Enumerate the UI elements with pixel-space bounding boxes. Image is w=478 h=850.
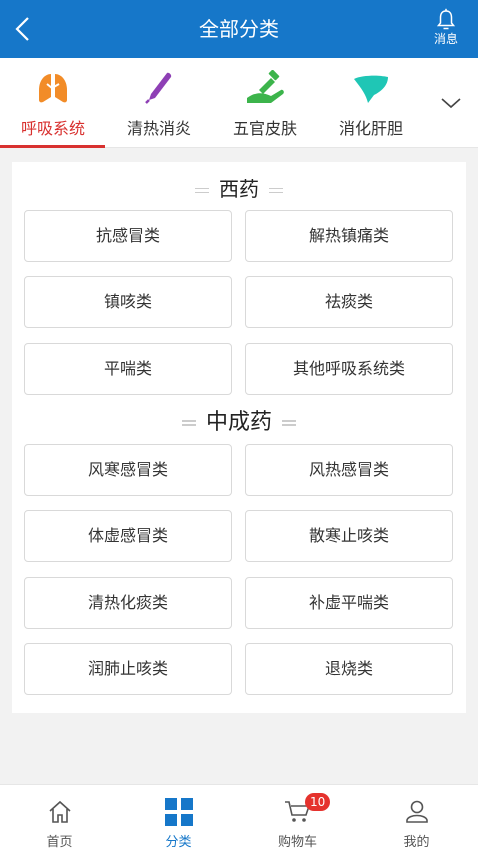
message-button[interactable]: 消息 [426, 8, 466, 52]
subcategory-item[interactable]: 风寒感冒类 [24, 444, 232, 496]
nav-home-label: 首页 [46, 835, 73, 850]
top-bar: 全部分类 消息 [0, 0, 478, 58]
tab-digestive-label: 消化肝胆 [338, 119, 403, 138]
subcategory-item[interactable]: 润肺止咳类 [24, 643, 232, 695]
subcategory-item[interactable]: 体虚感冒类 [24, 510, 232, 562]
message-label: 消息 [433, 32, 458, 46]
category-grid-icon [164, 797, 194, 827]
nav-profile[interactable]: 我的 [357, 785, 476, 850]
cart-count-badge: 10 [305, 793, 331, 811]
subcategory-item[interactable]: 祛痰类 [245, 276, 453, 328]
tab-heat-clearing-label: 清热消炎 [126, 119, 191, 138]
subcategory-item[interactable]: 镇咳类 [24, 276, 232, 328]
nav-category-label: 分类 [165, 835, 192, 850]
tab-respiratory-label: 呼吸系统 [20, 119, 85, 138]
header-decoration [282, 419, 296, 427]
tab-ent-skin[interactable]: 五官皮肤 [212, 58, 318, 148]
nav-category[interactable]: 分类 [119, 785, 238, 850]
bell-icon [437, 8, 455, 30]
subcategory-item[interactable]: 抗感冒类 [24, 210, 232, 262]
page-title: 全部分类 [199, 17, 279, 41]
subcategory-item[interactable]: 清热化痰类 [24, 577, 232, 629]
bottom-nav: 首页 分类 10 购物车 我的 [0, 784, 478, 850]
nav-home[interactable]: 首页 [0, 785, 119, 850]
header-decoration [181, 419, 196, 427]
tab-heat-clearing[interactable]: 清热消炎 [106, 58, 212, 148]
section-title-western: 西药 [219, 177, 259, 201]
subcategory-item[interactable]: 散寒止咳类 [245, 510, 453, 562]
subcategory-item[interactable]: 其他呼吸系统类 [245, 343, 453, 395]
subcategory-item[interactable]: 退烧类 [245, 643, 453, 695]
header-decoration [195, 187, 209, 195]
active-tab-underline [0, 145, 105, 148]
home-icon [45, 797, 75, 827]
subcategory-item[interactable]: 风热感冒类 [245, 444, 453, 496]
tab-respiratory[interactable]: 呼吸系统 [0, 58, 106, 148]
lungs-icon [33, 68, 73, 108]
thermometer-icon [139, 68, 179, 108]
liver-icon [351, 68, 391, 108]
hand-care-icon [245, 68, 285, 108]
section-title-chinese: 中成药 [205, 410, 272, 435]
header-decoration [269, 187, 283, 195]
nav-cart[interactable]: 10 购物车 [238, 785, 357, 850]
user-icon [402, 797, 432, 827]
nav-cart-label: 购物车 [277, 835, 317, 850]
category-tab-bar: 呼吸系统 清热消炎 五官皮肤 消化肝胆 [0, 58, 478, 148]
section-header-western: 西药 [12, 173, 466, 205]
chevron-down-icon [441, 98, 461, 109]
subcategory-item[interactable]: 解热镇痛类 [245, 210, 453, 262]
subcategory-panel: 西药 抗感冒类 解热镇痛类 镇咳类 祛痰类 平喘类 其他呼吸系统类 中成药 风寒… [12, 162, 466, 713]
nav-profile-label: 我的 [403, 835, 430, 850]
expand-categories-button[interactable] [434, 86, 468, 120]
tab-ent-skin-label: 五官皮肤 [232, 119, 297, 138]
subcategory-item[interactable]: 平喘类 [24, 343, 232, 395]
tab-digestive[interactable]: 消化肝胆 [318, 58, 424, 148]
subcategory-item[interactable]: 补虚平喘类 [245, 577, 453, 629]
section-header-chinese: 中成药 [12, 407, 466, 439]
